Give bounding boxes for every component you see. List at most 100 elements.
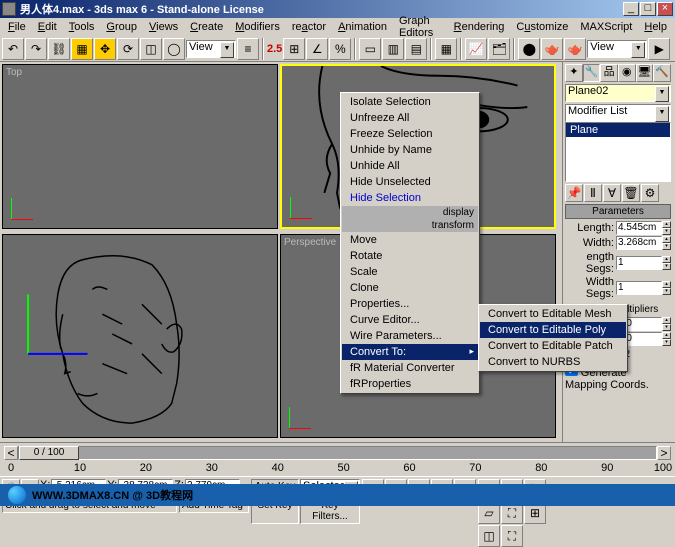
- menu-reactor[interactable]: reactor: [286, 20, 332, 34]
- curve-editor-button[interactable]: 📈: [465, 38, 487, 60]
- menu-file[interactable]: File: [2, 20, 32, 34]
- ctx-wire-params[interactable]: Wire Parameters...: [342, 328, 478, 344]
- quick-render-button[interactable]: 🫖: [564, 38, 586, 60]
- ctx-move[interactable]: Move: [342, 232, 478, 248]
- width-spinner[interactable]: 3.268cm: [616, 236, 662, 250]
- time-prev-button[interactable]: <: [4, 446, 18, 460]
- wsegs-spinner[interactable]: 1: [616, 281, 662, 295]
- menu-views[interactable]: Views: [143, 20, 184, 34]
- schematic-button[interactable]: 🗂: [488, 38, 510, 60]
- lsegs-spinner[interactable]: 1: [616, 256, 662, 270]
- angle-snap-button[interactable]: ∠: [306, 38, 328, 60]
- menu-grapheditors[interactable]: Graph Editors: [393, 14, 448, 40]
- tab-create[interactable]: ✦: [565, 64, 583, 82]
- time-thumb[interactable]: 0 / 100: [19, 446, 79, 460]
- axis-gizmo: [290, 189, 320, 219]
- command-panel: ✦ 🔧 品 ◉ 🖥 🔨 Plane02 Modifier List Plane …: [562, 62, 673, 442]
- layers-button[interactable]: ▦: [435, 38, 457, 60]
- menu-create[interactable]: Create: [184, 20, 229, 34]
- make-unique-button[interactable]: ∀: [603, 184, 621, 202]
- show-end-result-button[interactable]: Ⅱ: [584, 184, 602, 202]
- menu-tools[interactable]: Tools: [63, 20, 101, 34]
- menubar: File Edit Tools Group Views Create Modif…: [0, 18, 675, 36]
- ctx-fr-properties[interactable]: fRProperties: [342, 376, 478, 392]
- time-slider[interactable]: 0 / 100: [18, 446, 657, 460]
- tab-hierarchy[interactable]: 品: [600, 64, 618, 82]
- ctx-header-display: display: [342, 206, 478, 219]
- select-button[interactable]: ▦: [71, 38, 93, 60]
- select-by-name-button[interactable]: ≡: [237, 38, 259, 60]
- tab-display[interactable]: 🖥: [636, 64, 654, 82]
- percent-snap-button[interactable]: %: [329, 38, 351, 60]
- mirror-button[interactable]: ▥: [382, 38, 404, 60]
- menu-edit[interactable]: Edit: [32, 20, 63, 34]
- ctx-header-transform: transform: [342, 219, 478, 232]
- quad-menu[interactable]: Isolate Selection Unfreeze All Freeze Se…: [340, 92, 480, 394]
- ctx-scale[interactable]: Scale: [342, 264, 478, 280]
- menu-modifiers[interactable]: Modifiers: [229, 20, 286, 34]
- menu-group[interactable]: Group: [100, 20, 143, 34]
- render-scene-button[interactable]: 🫖: [541, 38, 563, 60]
- time-ruler: 0102030405060708090100: [8, 462, 667, 476]
- viewport-top[interactable]: Top: [2, 64, 278, 229]
- menu-animation[interactable]: Animation: [332, 20, 393, 34]
- main-toolbar: ↶ ↷ ⛓ ▦ ✥ ⟳ ◫ ◯ View ≡ 2.5 ⊞ ∠ % ▭ ▥ ▤ ▦…: [0, 36, 675, 62]
- undo-button[interactable]: ↶: [2, 38, 24, 60]
- ctx-properties[interactable]: Properties...: [342, 296, 478, 312]
- material-editor-button[interactable]: ⬤: [518, 38, 540, 60]
- ctx-rotate[interactable]: Rotate: [342, 248, 478, 264]
- snap-value: 2.5: [267, 43, 282, 55]
- rollout-parameters[interactable]: Parameters: [565, 204, 671, 219]
- render-last-button[interactable]: ▶: [648, 38, 670, 60]
- ctx-curve-editor[interactable]: Curve Editor...: [342, 312, 478, 328]
- named-sets-button[interactable]: ▭: [359, 38, 381, 60]
- viewport-left[interactable]: [2, 234, 278, 438]
- max-toggle-button[interactable]: ⛶: [501, 525, 523, 547]
- link-button[interactable]: ⛓: [48, 38, 70, 60]
- length-spinner[interactable]: 4.545cm: [616, 221, 662, 235]
- menu-maxscript[interactable]: MAXScript: [574, 20, 638, 34]
- object-name-field[interactable]: Plane02: [565, 84, 671, 102]
- ctx-nurbs[interactable]: Convert to NURBS: [480, 354, 626, 370]
- lasso-button[interactable]: ◯: [163, 38, 185, 60]
- ctx-freeze-selection[interactable]: Freeze Selection: [342, 126, 478, 142]
- maximize-button[interactable]: □: [640, 2, 656, 16]
- ctx-editable-poly[interactable]: Convert to Editable Poly: [480, 322, 626, 338]
- menu-help[interactable]: Help: [638, 20, 673, 34]
- ctx-isolate[interactable]: Isolate Selection: [342, 94, 478, 110]
- select-scale-button[interactable]: ◫: [140, 38, 162, 60]
- ctx-editable-mesh[interactable]: Convert to Editable Mesh: [480, 306, 626, 322]
- render-dropdown[interactable]: View: [587, 40, 647, 58]
- region-zoom-button[interactable]: ◫: [478, 525, 500, 547]
- tab-modify[interactable]: 🔧: [583, 64, 601, 82]
- snap-toggle-button[interactable]: ⊞: [283, 38, 305, 60]
- menu-customize[interactable]: Customize: [510, 20, 574, 34]
- ctx-clone[interactable]: Clone: [342, 280, 478, 296]
- menu-rendering[interactable]: Rendering: [448, 20, 511, 34]
- ctx-unhide-all[interactable]: Unhide All: [342, 158, 478, 174]
- ctx-hide-unselected[interactable]: Hide Unselected: [342, 174, 478, 190]
- configure-sets-button[interactable]: ⚙: [641, 184, 659, 202]
- close-button[interactable]: ×: [657, 2, 673, 16]
- convert-submenu[interactable]: Convert to Editable Mesh Convert to Edit…: [478, 304, 628, 372]
- redo-button[interactable]: ↷: [25, 38, 47, 60]
- remove-modifier-button[interactable]: 🗑: [622, 184, 640, 202]
- tab-motion[interactable]: ◉: [618, 64, 636, 82]
- pin-stack-button[interactable]: 📌: [565, 184, 583, 202]
- selection-filter-dropdown[interactable]: View: [186, 40, 236, 58]
- align-button[interactable]: ▤: [405, 38, 427, 60]
- select-move-button[interactable]: ✥: [94, 38, 116, 60]
- time-next-button[interactable]: >: [657, 446, 671, 460]
- modifier-list-dropdown[interactable]: Modifier List: [565, 104, 671, 122]
- stack-item-plane[interactable]: Plane: [566, 123, 670, 137]
- minimize-button[interactable]: _: [623, 2, 639, 16]
- ctx-unfreeze-all[interactable]: Unfreeze All: [342, 110, 478, 126]
- select-rotate-button[interactable]: ⟳: [117, 38, 139, 60]
- ctx-convert-to[interactable]: Convert To:: [342, 344, 478, 360]
- ctx-editable-patch[interactable]: Convert to Editable Patch: [480, 338, 626, 354]
- ctx-hide-selection[interactable]: Hide Selection: [342, 190, 478, 206]
- ctx-fr-material[interactable]: fR Material Converter: [342, 360, 478, 376]
- ctx-unhide-by-name[interactable]: Unhide by Name: [342, 142, 478, 158]
- modifier-stack[interactable]: Plane: [565, 122, 671, 182]
- tab-utilities[interactable]: 🔨: [653, 64, 671, 82]
